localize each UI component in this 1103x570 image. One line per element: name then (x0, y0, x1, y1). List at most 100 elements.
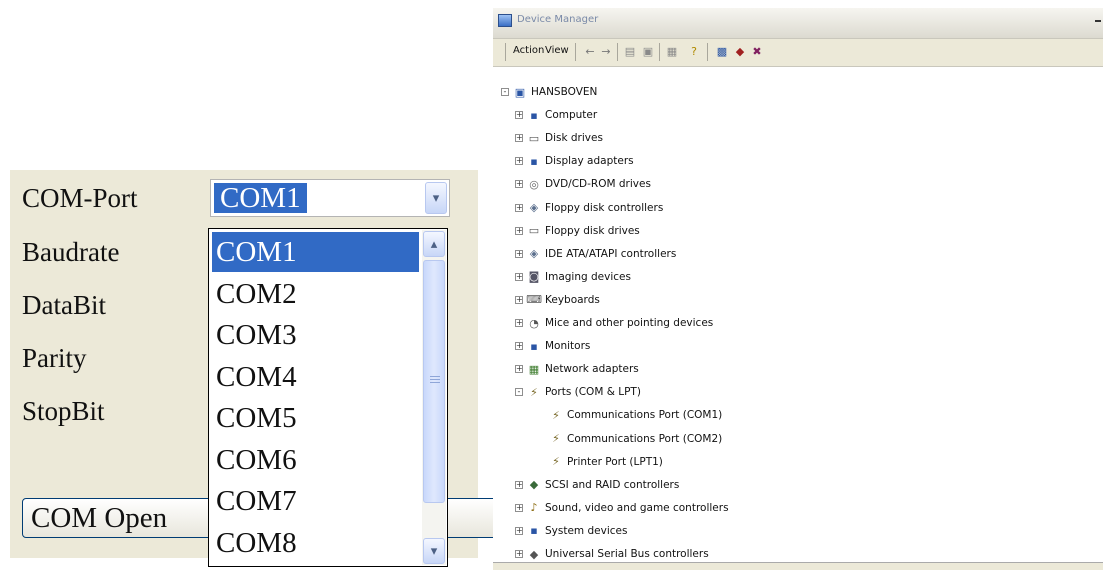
forward-arrow-icon[interactable]: → (599, 44, 613, 58)
com-port-dropdown-list[interactable]: COM1 COM2 COM3 COM4 COM5 COM6 COM7 COM8 ▴ ▾ (208, 228, 448, 567)
tree-child-item[interactable]: ⚡ Communications Port (COM1) (549, 405, 722, 425)
tree-item-label: Sound, video and game controllers (545, 501, 729, 514)
tree-item-label: Ports (COM & LPT) (545, 386, 641, 399)
port-icon: ⚡ (552, 408, 560, 422)
toolbar-separator (707, 43, 708, 61)
port-icon: ⚡ (552, 455, 560, 469)
tree-child-item[interactable]: ⚡ Printer Port (LPT1) (549, 452, 663, 472)
display-adapter-icon: ▪ (530, 154, 538, 168)
tree-item[interactable]: + ▪ System devices (515, 521, 627, 541)
device-manager-window: Device Manager Action View ← → ▤ ▣ ▦ ? ▩… (493, 8, 1103, 570)
baudrate-label: Baudrate (22, 237, 120, 267)
tree-item-label: Keyboards (545, 293, 600, 306)
tree-item[interactable]: + ▭ Disk drives (515, 128, 603, 148)
com-port-select[interactable]: COM1 ▾ (210, 179, 450, 217)
tree-item[interactable]: - ⚡ Ports (COM & LPT) (515, 382, 641, 402)
expand-icon[interactable]: + (515, 157, 523, 166)
port-icon: ⚡ (530, 385, 538, 399)
tree-root[interactable]: - ▣ HANSBOVEN (501, 82, 597, 102)
tree-item[interactable]: + ◈ Floppy disk controllers (515, 198, 663, 218)
minimize-icon[interactable] (1095, 20, 1101, 22)
port-icon: ⚡ (552, 432, 560, 445)
tree-item[interactable]: + ▦ Network adapters (515, 359, 639, 379)
scan-hardware-icon[interactable]: ▩ (715, 44, 729, 58)
tree-item[interactable]: + ▪ Display adapters (515, 151, 634, 171)
expand-icon[interactable]: + (515, 226, 523, 235)
databit-label: DataBit (22, 290, 106, 320)
tree-item[interactable]: + ◔ Mice and other pointing devices (515, 313, 713, 333)
tree-item[interactable]: + ♪ Sound, video and game controllers (515, 498, 729, 518)
dropdown-option[interactable]: COM4 (212, 357, 419, 397)
tree-item[interactable]: + ◈ IDE ATA/ATAPI controllers (515, 244, 676, 264)
title-bar[interactable]: Device Manager (493, 8, 1103, 39)
expand-icon[interactable]: + (515, 295, 523, 304)
tree-item[interactable]: + ◙ Imaging devices (515, 267, 631, 287)
tree-item[interactable]: + ⌨ Keyboards (515, 290, 600, 310)
tree-item-label: SCSI and RAID controllers (545, 478, 680, 491)
tree-item[interactable]: + ▪ Monitors (515, 336, 590, 356)
toolbar: Action View ← → ▤ ▣ ▦ ? ▩ ◆ ✖ (493, 39, 1103, 67)
up-folder-icon[interactable]: ▤ (623, 44, 637, 58)
tree-item-label: Communications Port (COM1) (567, 409, 723, 422)
menu-action[interactable]: Action (513, 45, 544, 56)
expand-icon[interactable]: + (515, 503, 523, 512)
expand-icon[interactable]: + (515, 111, 523, 120)
tree-item[interactable]: + ◎ DVD/CD-ROM drives (515, 174, 651, 194)
tree-item[interactable]: + ▭ Floppy disk drives (515, 221, 640, 241)
tree-item[interactable]: + ◆ Universal Serial Bus controllers (515, 544, 709, 564)
scroll-down-icon[interactable]: ▾ (423, 538, 445, 564)
sound-icon: ♪ (530, 501, 538, 515)
monitor-icon: ▪ (530, 339, 538, 353)
expand-icon[interactable]: + (515, 180, 523, 189)
expand-icon[interactable]: + (515, 550, 523, 558)
expand-icon[interactable]: + (515, 319, 523, 327)
controller-icon: ◈ (529, 201, 539, 214)
tree-item-label: Network adapters (545, 363, 639, 376)
expand-icon[interactable]: + (515, 526, 523, 535)
expand-icon[interactable]: + (515, 134, 523, 143)
disk-drive-icon: ▭ (528, 131, 540, 145)
tree-item[interactable]: + ▪ Computer (515, 105, 597, 125)
chevron-down-icon[interactable]: ▾ (425, 182, 447, 214)
uninstall-icon[interactable]: ✖ (750, 44, 764, 58)
parity-label: Parity (22, 343, 87, 373)
tree-item-label: IDE ATA/ATAPI controllers (545, 247, 677, 260)
scrollbar-thumb[interactable] (423, 260, 445, 503)
expand-icon[interactable]: + (515, 480, 523, 489)
scroll-up-icon[interactable]: ▴ (423, 231, 445, 257)
help-icon[interactable]: ? (687, 44, 701, 58)
toolbar-separator (617, 43, 618, 61)
usb-icon: ◆ (529, 547, 539, 561)
expand-icon[interactable]: + (515, 342, 523, 351)
tree-item-label: DVD/CD-ROM drives (545, 178, 651, 191)
expand-icon[interactable]: + (515, 365, 523, 374)
tree-item-label: Floppy disk drives (545, 224, 640, 237)
expand-icon[interactable]: + (515, 203, 523, 212)
dropdown-option[interactable]: COM2 (212, 274, 419, 314)
tree-item-label: Communications Port (COM2) (567, 432, 723, 445)
collapse-icon[interactable]: - (501, 88, 509, 96)
show-hide-tree-icon[interactable]: ▣ (641, 44, 655, 58)
dropdown-option[interactable]: COM7 (212, 481, 419, 521)
back-arrow-icon[interactable]: ← (583, 44, 597, 58)
tree-child-item[interactable]: ⚡ Communications Port (COM2) (549, 429, 722, 449)
dropdown-scrollbar[interactable]: ▴ ▾ (422, 230, 446, 565)
properties-icon[interactable]: ▦ (665, 44, 679, 58)
status-bar (493, 562, 1103, 570)
toolbar-separator (575, 43, 576, 61)
dropdown-option[interactable]: COM8 (212, 523, 419, 563)
tree-item-label: Monitors (545, 340, 591, 353)
dropdown-option[interactable]: COM3 (212, 315, 419, 355)
device-manager-icon (498, 14, 512, 27)
expand-icon[interactable]: + (515, 249, 523, 258)
dropdown-option[interactable]: COM1 (212, 232, 419, 272)
dropdown-option[interactable]: COM6 (212, 440, 419, 480)
tree-item[interactable]: + ◆ SCSI and RAID controllers (515, 475, 679, 495)
expand-icon[interactable]: + (515, 272, 523, 281)
update-driver-icon[interactable]: ◆ (733, 44, 747, 58)
menu-view[interactable]: View (545, 45, 569, 56)
device-tree[interactable]: - ▣ HANSBOVEN + ▪ Computer + ▭ Disk drives + ▪ Disp… (493, 68, 1103, 566)
com-port-selected-value: COM1 (214, 183, 307, 213)
dropdown-option[interactable]: COM5 (212, 398, 419, 438)
collapse-icon[interactable]: - (515, 388, 523, 397)
